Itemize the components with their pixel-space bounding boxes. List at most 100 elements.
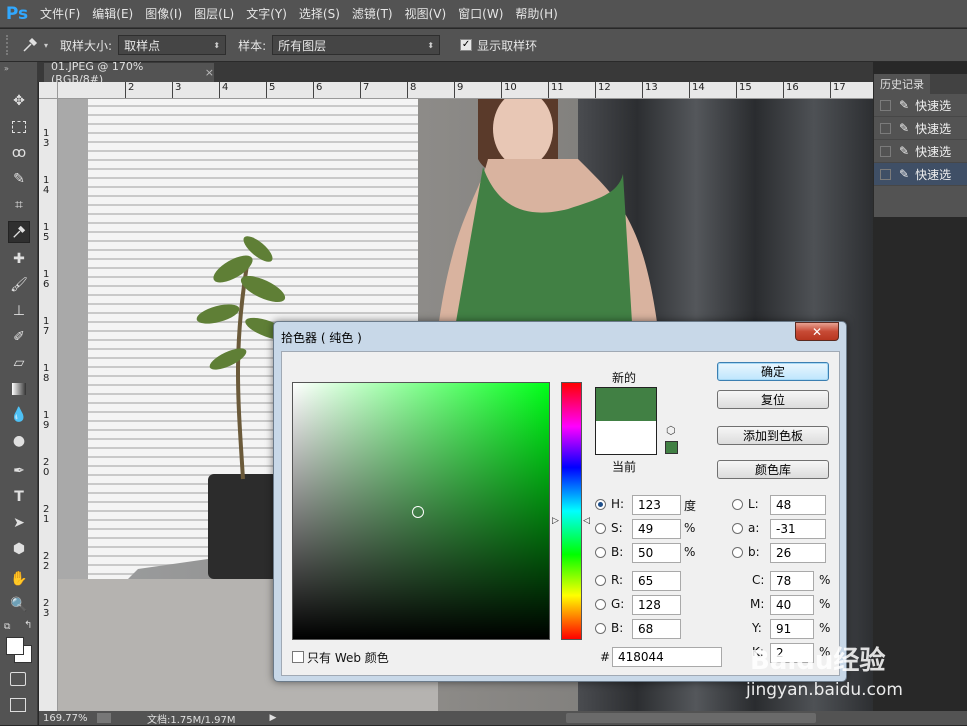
blue-radio[interactable]	[595, 623, 606, 634]
menu-select[interactable]: 选择(S)	[293, 0, 346, 28]
menu-file[interactable]: 文件(F)	[34, 0, 86, 28]
ruler-label: 13	[645, 82, 658, 93]
close-button[interactable]: ✕	[795, 322, 839, 341]
reset-button[interactable]: 复位	[717, 390, 829, 409]
s-unit: %	[684, 521, 696, 535]
color-field[interactable]	[292, 382, 550, 640]
history-item-checkbox[interactable]	[880, 99, 891, 111]
cmyk-y-input[interactable]: 91	[770, 619, 814, 639]
history-item-checkbox[interactable]	[880, 145, 891, 157]
tool-preset-arrow-icon[interactable]: ▾	[44, 41, 48, 50]
hue-slider-right-arrow-icon[interactable]: ◁	[583, 516, 590, 526]
zoom-tool-icon[interactable]: 🔍	[8, 594, 30, 616]
ruler-label: 15	[739, 82, 752, 93]
add-to-swatches-button[interactable]: 添加到色板	[717, 426, 829, 445]
screen-mode-icon[interactable]	[10, 698, 26, 712]
history-panel-title[interactable]: 历史记录	[874, 74, 930, 94]
dodge-tool-icon[interactable]: ●	[8, 430, 30, 452]
menu-type[interactable]: 文字(Y)	[240, 0, 293, 28]
history-item[interactable]: ✎ 快速选	[874, 94, 967, 117]
sample-size-dropdown[interactable]: 取样点 ⬍	[118, 35, 227, 55]
menu-edit[interactable]: 编辑(E)	[86, 0, 139, 28]
gamut-cube-icon[interactable]: ⬡	[666, 424, 676, 437]
r-input[interactable]: 65	[632, 571, 681, 591]
close-tab-icon[interactable]: ×	[205, 66, 214, 79]
r-radio[interactable]	[595, 575, 606, 586]
h-radio[interactable]	[595, 499, 606, 510]
blue-input[interactable]: 68	[632, 619, 681, 639]
history-brush-tool-icon[interactable]: ✐	[8, 326, 30, 348]
panel-collapse-icon[interactable]: »	[4, 64, 9, 73]
eyedropper-icon[interactable]	[16, 34, 44, 56]
gradient-tool-icon[interactable]	[8, 378, 30, 400]
type-tool-icon[interactable]: T	[8, 486, 30, 508]
blue-label: B:	[611, 621, 624, 635]
web-safe-color-swatch[interactable]	[665, 441, 678, 454]
lab-b-input[interactable]: 26	[770, 543, 826, 563]
hex-input[interactable]: 418044	[612, 647, 722, 667]
lab-a-input[interactable]: -31	[770, 519, 826, 539]
color-picker-cursor[interactable]	[412, 506, 424, 518]
menu-layer[interactable]: 图层(L)	[188, 0, 240, 28]
lab-l-radio[interactable]	[732, 499, 743, 510]
s-radio[interactable]	[595, 523, 606, 534]
quick-select-tool-icon[interactable]: ✎	[8, 168, 30, 190]
eyedropper-tool-icon[interactable]	[8, 221, 30, 243]
color-libraries-button[interactable]: 颜色库	[717, 460, 829, 479]
lab-b-radio[interactable]	[732, 547, 743, 558]
horizontal-scrollbar[interactable]	[566, 713, 816, 723]
shape-tool-icon[interactable]: ⬢	[8, 538, 30, 560]
path-select-tool-icon[interactable]: ➤	[8, 512, 30, 534]
brightness-input[interactable]: 50	[632, 543, 681, 563]
h-input[interactable]: 123	[632, 495, 681, 515]
hue-slider[interactable]	[561, 382, 582, 640]
menu-filter[interactable]: 滤镜(T)	[346, 0, 399, 28]
foreground-color-swatch[interactable]	[6, 637, 24, 655]
current-color-swatch[interactable]	[596, 421, 656, 454]
sample-dropdown[interactable]: 所有图层 ⬍	[272, 35, 441, 55]
hand-tool-icon[interactable]: ✋	[8, 568, 30, 590]
blur-tool-icon[interactable]: 💧	[8, 404, 30, 426]
default-colors-icon[interactable]: ⧉	[4, 622, 10, 632]
cmyk-m-input[interactable]: 40	[770, 595, 814, 615]
pen-tool-icon[interactable]: ✒	[8, 460, 30, 482]
grip-handle[interactable]	[6, 35, 16, 55]
hue-slider-left-arrow-icon[interactable]: ▷	[552, 516, 559, 526]
quick-mask-icon[interactable]	[10, 672, 26, 686]
brush-tool-icon[interactable]: 🖌	[8, 274, 30, 296]
history-item-checkbox[interactable]	[880, 122, 891, 134]
swap-colors-icon[interactable]: ↰	[24, 620, 32, 631]
baidu-watermark: Baidu经验 jingyan.baidu.com	[740, 640, 960, 708]
status-menu-arrow-icon[interactable]: ▶	[270, 713, 277, 723]
history-item[interactable]: ✎ 快速选	[874, 117, 967, 140]
eraser-tool-icon[interactable]: ▱	[8, 352, 30, 374]
healing-brush-tool-icon[interactable]: ✚	[8, 248, 30, 270]
marquee-tool-icon[interactable]	[8, 116, 30, 138]
history-item[interactable]: ✎ 快速选	[874, 140, 967, 163]
menu-window[interactable]: 窗口(W)	[452, 0, 509, 28]
menu-help[interactable]: 帮助(H)	[509, 0, 563, 28]
lab-l-input[interactable]: 48	[770, 495, 826, 515]
web-only-checkbox[interactable]	[292, 651, 304, 663]
crop-tool-icon[interactable]: ⌗	[8, 194, 30, 216]
lab-a-radio[interactable]	[732, 523, 743, 534]
zoom-level[interactable]: 169.77%	[43, 713, 93, 724]
lasso-tool-icon[interactable]: ꝏ	[8, 142, 30, 164]
g-radio[interactable]	[595, 599, 606, 610]
ruler-tick	[830, 82, 831, 98]
g-label: G:	[611, 597, 625, 611]
ok-button[interactable]: 确定	[717, 362, 829, 381]
clone-stamp-tool-icon[interactable]: ⊥	[8, 300, 30, 322]
brightness-radio[interactable]	[595, 547, 606, 558]
menu-image[interactable]: 图像(I)	[139, 0, 188, 28]
history-item-checkbox[interactable]	[880, 168, 891, 180]
s-input[interactable]: 49	[632, 519, 681, 539]
history-item-active[interactable]: ✎ 快速选	[874, 163, 967, 186]
g-input[interactable]: 128	[632, 595, 681, 615]
menu-view[interactable]: 视图(V)	[399, 0, 453, 28]
status-share-icon[interactable]	[97, 713, 111, 723]
document-tab[interactable]: 01.JPEG @ 170%(RGB/8#) ×	[44, 60, 214, 86]
show-ring-checkbox[interactable]: ✓	[460, 39, 473, 51]
cmyk-c-input[interactable]: 78	[770, 571, 814, 591]
move-tool-icon[interactable]: ✥	[8, 90, 30, 112]
